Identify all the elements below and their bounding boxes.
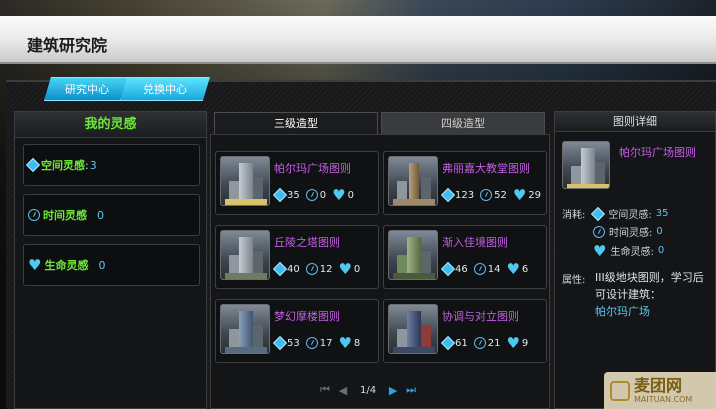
diamond-icon [272,187,288,203]
clock-icon [480,189,493,201]
diamond-icon [440,335,456,351]
blueprint-costs: 53 17 ♥ 8 [272,334,364,352]
heart-icon: ♥ [512,186,527,204]
heart-icon: ♥ [506,334,520,352]
building-thumbnail [220,304,270,354]
blueprint-card[interactable]: 丘陵之塔图则 40 12 ♥ 0 [215,225,379,289]
watermark-logo: 麦团网 MAITUAN.COM [604,372,716,409]
building-thumbnail [220,156,270,206]
cost-row-life: ♥ 生命灵感: 0 [593,241,665,260]
blueprint-name: 渐入佳境图则 [442,236,508,249]
clock-icon [473,263,486,275]
inspiration-life: ♥ 生命灵感 0 [23,244,200,286]
page-indicator: 1/4 [360,384,377,396]
heart-icon: ♥ [506,260,520,278]
inspiration-label: 时间灵感 [43,209,87,222]
blueprint-costs: 61 21 ♥ 9 [440,334,532,352]
heart-icon: ♥ [338,260,352,278]
heart-icon: ♥ [332,186,346,204]
pager: ⏮ ◀ 1/4 ▶ ⏭ [316,383,420,397]
blueprint-costs: 40 12 ♥ 0 [272,260,364,278]
detail-panel-title: 图则详细 [555,112,715,132]
diamond-icon [440,261,456,277]
tab-level3-model[interactable]: 三级造型 [214,112,378,135]
blueprint-card[interactable]: 帕尔玛广场图则 35 0 ♥ 0 [215,151,379,215]
logo-icon [610,380,630,401]
blueprint-name: 梦幻摩楼图则 [274,310,340,323]
clock-icon [593,225,605,238]
inspiration-label: 空间灵感 [41,159,85,172]
blueprint-grid: 帕尔玛广场图则 35 0 ♥ 0 弗丽嘉大教堂图则 123 52 ♥ 29 丘陵之塔… [210,134,550,409]
attribute-description: III级地块图则，学习后可设计建筑： 帕尔玛广场 [595,271,704,318]
heart-icon: ♥ [28,256,42,274]
diamond-icon [591,206,606,221]
clock-icon [28,209,40,221]
cost-row-time: 时间灵感: 0 [593,224,663,239]
inspiration-panel-title: 我的灵感 [15,112,206,138]
blueprint-detail-panel: 图则详细 帕尔玛广场图则 消耗: 空间灵感: 35 时间灵感: 0 ♥ 生命灵感… [554,111,716,409]
blueprint-costs: 123 52 ♥ 29 [440,186,545,204]
blueprint-card[interactable]: 协调与对立图则 61 21 ♥ 9 [383,299,547,363]
heart-icon: ♥ [593,241,607,260]
building-thumbnail [220,230,270,280]
building-thumbnail [388,156,438,206]
blueprint-name: 帕尔玛广场图则 [274,162,351,175]
diamond-icon [272,261,288,277]
inspiration-space: 空间灵感 : 3 [23,144,200,186]
diamond-icon [440,187,456,203]
building-thumbnail [388,230,438,280]
clock-icon [305,263,318,275]
last-page-icon[interactable]: ⏭ [405,383,417,396]
blueprint-card[interactable]: 渐入佳境图则 46 14 ♥ 6 [383,225,547,289]
attribute-label: 属性: [562,275,586,286]
tab-exchange-center[interactable]: 兑换中心 [120,77,210,101]
inspiration-panel: 我的灵感 空间灵感 : 3 时间灵感 0 ♥ 生命灵感 0 [14,111,207,409]
clock-icon [305,189,318,201]
clock-icon [473,337,486,349]
blueprint-name: 丘陵之塔图则 [274,236,340,249]
window-title: 建筑研究院 [27,36,108,55]
attribute-building-name: 帕尔玛广场 [595,305,650,318]
detail-blueprint-name: 帕尔玛广场图则 [619,146,696,159]
tab-research-center[interactable]: 研究中心 [44,77,130,101]
diamond-icon [272,335,288,351]
next-page-icon[interactable]: ▶ [387,384,399,397]
inspiration-time: 时间灵感 0 [23,194,200,236]
inspiration-value: 0 [97,208,104,222]
inspiration-value: 3 [89,158,97,172]
inspiration-value: 0 [98,258,106,272]
first-page-icon[interactable]: ⏮ [319,383,331,396]
prev-page-icon[interactable]: ◀ [337,384,349,397]
blueprint-name: 弗丽嘉大教堂图则 [442,162,530,175]
blueprint-card[interactable]: 梦幻摩楼图则 53 17 ♥ 8 [215,299,379,363]
tab-level4-model[interactable]: 四级造型 [381,112,545,134]
blueprint-card[interactable]: 弗丽嘉大教堂图则 123 52 ♥ 29 [383,151,547,215]
diamond-icon [25,157,41,173]
window-titlebar: 建筑研究院 [0,16,716,64]
heart-icon: ♥ [338,334,352,352]
inspiration-label: 生命灵感 [44,259,89,272]
cost-label: 消耗: [562,210,586,221]
clock-icon [305,337,318,349]
blueprint-costs: 46 14 ♥ 6 [440,260,532,278]
blueprint-costs: 35 0 ♥ 0 [272,186,358,204]
blueprint-name: 协调与对立图则 [442,310,519,323]
cost-row-space: 消耗: 空间灵感: 35 [562,206,669,221]
building-thumbnail [562,141,610,189]
building-thumbnail [388,304,438,354]
